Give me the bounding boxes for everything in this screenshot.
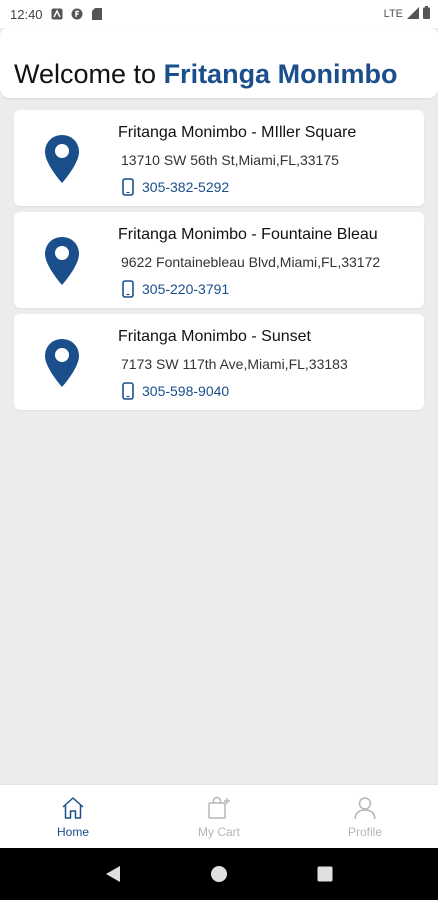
welcome-text: Welcome to <box>14 59 164 90</box>
recents-icon[interactable] <box>313 862 337 886</box>
status-time: 12:40 <box>10 6 43 22</box>
bottom-nav: Home My Cart Profile <box>0 784 438 848</box>
location-address: 13710 SW 56th St,Miami,FL,33175 <box>121 152 339 168</box>
location-address: 9622 Fontainebleau Blvd,Miami,FL,33172 <box>121 254 381 270</box>
header: Welcome to Fritanga Monimbo <box>0 28 438 98</box>
home-circle-icon[interactable] <box>207 862 231 886</box>
nav-home-label: Home <box>56 825 89 839</box>
nav-cart-label: My Cart <box>198 825 240 839</box>
location-pin-icon <box>45 339 79 387</box>
location-card[interactable]: Fritanga Monimbo - MIller Square 13710 S… <box>14 110 424 206</box>
location-phone[interactable]: 305-220-3791 <box>122 280 229 298</box>
phone-number[interactable]: 305-598-9040 <box>142 383 229 399</box>
battery-icon <box>423 6 430 22</box>
page-title: Welcome to Fritanga Monimbo <box>14 59 398 90</box>
location-address: 7173 SW 117th Ave,Miami,FL,33183 <box>121 356 348 372</box>
nav-profile[interactable]: Profile <box>292 785 438 848</box>
signal-icon <box>407 6 419 22</box>
nav-cart[interactable]: My Cart <box>146 785 292 848</box>
location-list: Fritanga Monimbo - MIller Square 13710 S… <box>14 110 424 416</box>
location-card[interactable]: Fritanga Monimbo - Sunset 7173 SW 117th … <box>14 314 424 410</box>
network-type: LTE <box>383 8 403 20</box>
location-pin-icon <box>45 135 79 183</box>
location-phone[interactable]: 305-382-5292 <box>122 178 229 196</box>
nav-profile-label: Profile <box>347 825 382 839</box>
home-icon <box>62 797 84 819</box>
nav-home[interactable]: Home <box>0 785 146 848</box>
shopping-bag-icon <box>208 796 230 819</box>
location-name: Fritanga Monimbo - Fountaine Bleau <box>118 226 378 243</box>
location-pin-icon <box>45 237 79 285</box>
phone-icon <box>122 178 134 196</box>
system-nav-bar <box>0 848 438 900</box>
location-card[interactable]: Fritanga Monimbo - Fountaine Bleau 9622 … <box>14 212 424 308</box>
phone-number[interactable]: 305-382-5292 <box>142 179 229 195</box>
brand-name: Fritanga Monimbo <box>163 59 398 90</box>
sd-card-icon <box>91 8 103 20</box>
status-bar: 12:40 LTE <box>0 0 438 28</box>
location-phone[interactable]: 305-598-9040 <box>122 382 229 400</box>
back-icon[interactable] <box>101 862 125 886</box>
user-icon <box>354 797 376 820</box>
phone-icon <box>122 382 134 400</box>
phone-number[interactable]: 305-220-3791 <box>142 281 229 297</box>
notification-a-icon <box>51 8 63 20</box>
location-name: Fritanga Monimbo - MIller Square <box>118 124 357 141</box>
phone-icon <box>122 280 134 298</box>
location-name: Fritanga Monimbo - Sunset <box>118 328 311 345</box>
notification-f-icon <box>71 8 83 20</box>
